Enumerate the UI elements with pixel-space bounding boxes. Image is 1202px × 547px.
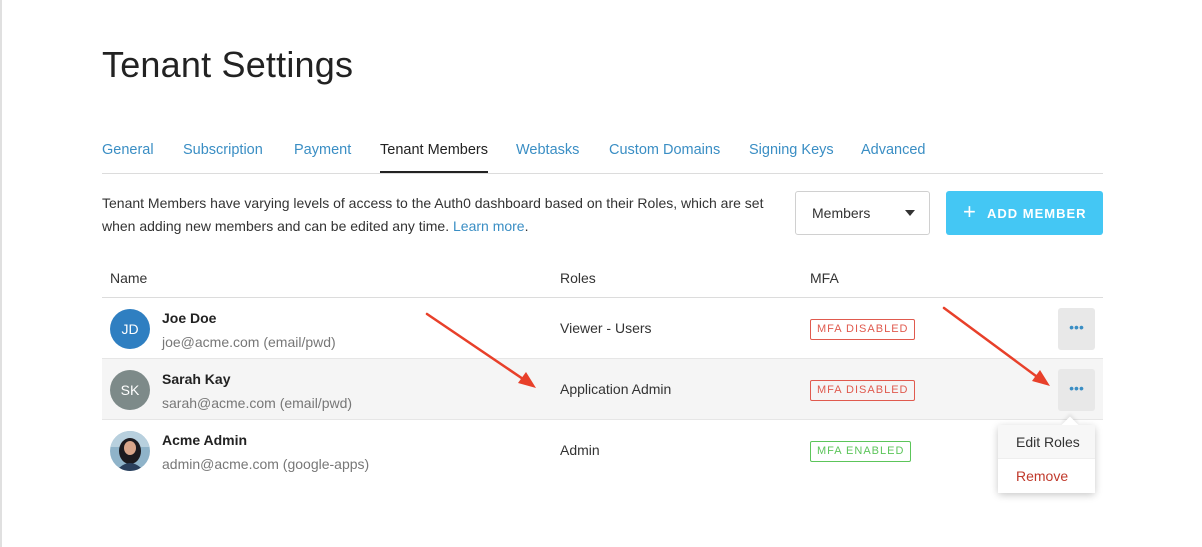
tab-tenant-members[interactable]: Tenant Members (380, 142, 488, 173)
row-actions-menu: Edit Roles Remove (998, 425, 1095, 493)
mfa-status-badge: MFA ENABLED (810, 441, 912, 462)
tab-payment[interactable]: Payment (294, 142, 351, 158)
menu-item-remove[interactable]: Remove (998, 459, 1095, 493)
member-name: Acme Admin (162, 432, 248, 448)
member-name: Sarah Kay (162, 371, 231, 387)
caret-down-icon (905, 210, 915, 216)
add-member-button[interactable]: + ADD MEMBER (946, 191, 1103, 235)
table-row: Acme Admin admin@acme.com (google-apps) … (102, 420, 1103, 481)
member-email: joe@acme.com (email/pwd) (162, 334, 336, 350)
tab-webtasks[interactable]: Webtasks (516, 142, 579, 158)
column-header-mfa: MFA (810, 270, 839, 286)
more-options-icon: ••• (1069, 319, 1084, 335)
table-row: JD Joe Doe joe@acme.com (email/pwd) View… (102, 298, 1103, 359)
settings-tabs: General Subscription Payment Tenant Memb… (102, 128, 1103, 174)
column-header-name: Name (110, 270, 148, 286)
page-title: Tenant Settings (102, 44, 354, 85)
description-text: Tenant Members have varying levels of ac… (102, 195, 764, 234)
member-filter-select[interactable]: Members (795, 191, 930, 235)
plus-icon: + (963, 199, 977, 224)
mfa-status-badge: MFA DISABLED (810, 319, 916, 340)
more-options-icon: ••• (1069, 380, 1084, 396)
member-role: Admin (560, 442, 600, 458)
member-role: Viewer - Users (560, 320, 652, 336)
tab-general[interactable]: General (102, 142, 154, 158)
add-member-label: ADD MEMBER (987, 206, 1087, 221)
member-email: sarah@acme.com (email/pwd) (162, 395, 353, 411)
menu-item-edit-roles[interactable]: Edit Roles (998, 425, 1095, 459)
member-name: Joe Doe (162, 310, 217, 326)
column-header-roles: Roles (560, 270, 596, 286)
user-photo-icon (110, 431, 150, 471)
member-filter-value: Members (812, 205, 871, 221)
members-description: Tenant Members have varying levels of ac… (102, 192, 782, 238)
avatar: JD (110, 309, 150, 349)
description-period: . (524, 218, 529, 234)
tab-subscription[interactable]: Subscription (183, 142, 263, 158)
tab-signing-keys[interactable]: Signing Keys (749, 142, 834, 158)
member-role: Application Admin (560, 381, 672, 397)
avatar: SK (110, 370, 150, 410)
row-actions-button[interactable]: ••• (1058, 369, 1095, 411)
row-actions-button[interactable]: ••• (1058, 308, 1095, 350)
mfa-status-badge: MFA DISABLED (810, 380, 916, 401)
tab-custom-domains[interactable]: Custom Domains (609, 142, 720, 158)
table-row: SK Sarah Kay sarah@acme.com (email/pwd) … (102, 359, 1103, 420)
member-email: admin@acme.com (google-apps) (162, 456, 370, 472)
avatar-photo (110, 431, 150, 471)
learn-more-link[interactable]: Learn more (453, 218, 525, 234)
tab-advanced[interactable]: Advanced (861, 142, 926, 158)
